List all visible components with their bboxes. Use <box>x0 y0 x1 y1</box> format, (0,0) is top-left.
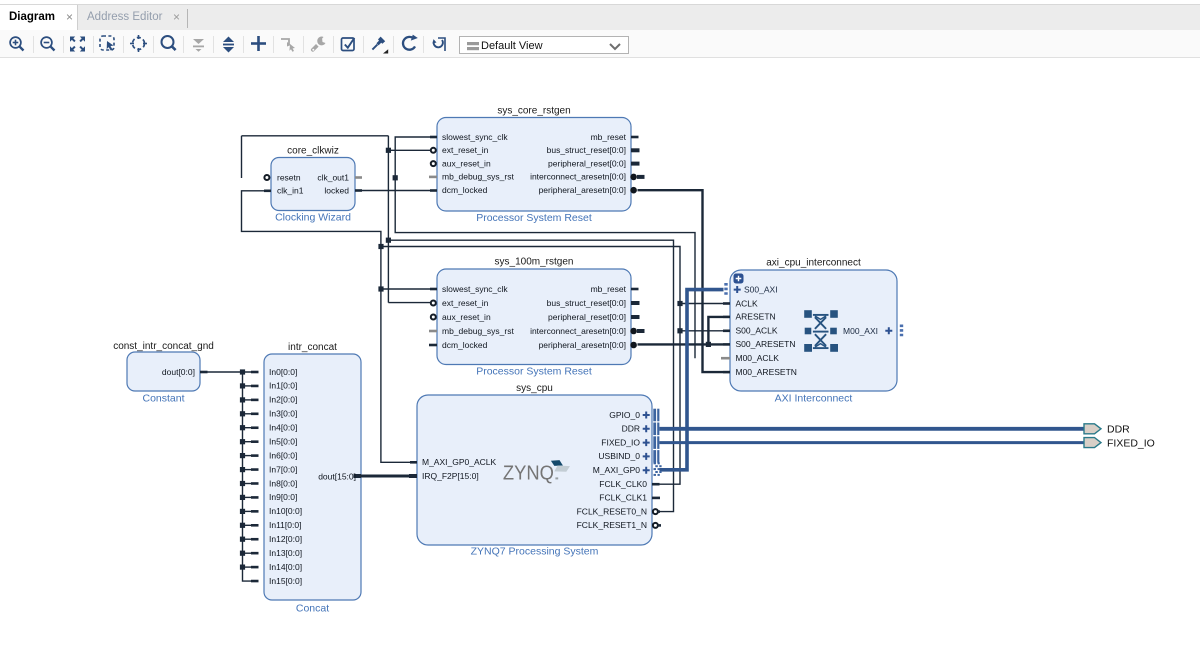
svg-text:GPIO_0: GPIO_0 <box>609 410 640 420</box>
svg-text:FIXED_IO: FIXED_IO <box>601 437 640 447</box>
svg-text:dout[15:0]: dout[15:0] <box>318 471 356 481</box>
svg-text:dcm_locked: dcm_locked <box>442 340 488 350</box>
svg-text:AXI Interconnect: AXI Interconnect <box>775 393 853 405</box>
svg-text:FIXED_IO: FIXED_IO <box>1107 437 1155 449</box>
svg-text:Constant: Constant <box>142 393 184 405</box>
svg-text:ext_reset_in: ext_reset_in <box>442 298 489 308</box>
svg-text:aux_reset_in: aux_reset_in <box>442 312 491 322</box>
svg-text:S00_ARESETN: S00_ARESETN <box>736 339 796 349</box>
svg-text:S00_AXI: S00_AXI <box>744 285 778 295</box>
svg-text:bus_struct_reset[0:0]: bus_struct_reset[0:0] <box>547 145 626 155</box>
svg-text:mb_reset: mb_reset <box>591 132 627 142</box>
svg-text:clk_out1: clk_out1 <box>317 172 349 182</box>
svg-text:const_intr_concat_gnd: const_intr_concat_gnd <box>113 341 214 352</box>
svg-text:ARESETN: ARESETN <box>736 312 776 322</box>
svg-text:FCLK_RESET0_N: FCLK_RESET0_N <box>577 506 647 516</box>
svg-text:core_clkwiz: core_clkwiz <box>287 146 339 157</box>
svg-text:DDR: DDR <box>622 424 640 434</box>
svg-text:M00_ARESETN: M00_ARESETN <box>736 367 797 377</box>
svg-text:In0[0:0]: In0[0:0] <box>269 367 297 377</box>
svg-text:In15[0:0]: In15[0:0] <box>269 576 302 586</box>
svg-text:DDR: DDR <box>1107 424 1130 436</box>
svg-text:In5[0:0]: In5[0:0] <box>269 436 297 446</box>
svg-text:In11[0:0]: In11[0:0] <box>269 520 301 530</box>
svg-text:In1[0:0]: In1[0:0] <box>269 381 297 391</box>
svg-text:slowest_sync_clk: slowest_sync_clk <box>442 284 508 294</box>
svg-text:Processor System Reset: Processor System Reset <box>476 212 592 224</box>
svg-text:peripheral_aresetn[0:0]: peripheral_aresetn[0:0] <box>539 340 626 350</box>
svg-text:S00_ACLK: S00_ACLK <box>736 326 778 336</box>
svg-text:mb_debug_sys_rst: mb_debug_sys_rst <box>442 326 514 336</box>
svg-text:ext_reset_in: ext_reset_in <box>442 145 489 155</box>
svg-text:Clocking Wizard: Clocking Wizard <box>275 212 351 224</box>
svg-text:FCLK_CLK0: FCLK_CLK0 <box>599 479 647 489</box>
svg-text:Processor System Reset: Processor System Reset <box>476 366 592 378</box>
svg-text:M00_AXI: M00_AXI <box>843 326 878 336</box>
svg-text:axi_cpu_interconnect: axi_cpu_interconnect <box>766 258 861 269</box>
svg-text:dout[0:0]: dout[0:0] <box>162 367 195 377</box>
svg-text:In14[0:0]: In14[0:0] <box>269 562 302 572</box>
svg-text:locked: locked <box>324 186 349 196</box>
svg-text:dcm_locked: dcm_locked <box>442 185 488 195</box>
svg-text:interconnect_aresetn[0:0]: interconnect_aresetn[0:0] <box>530 172 626 182</box>
svg-text:In3[0:0]: In3[0:0] <box>269 409 297 419</box>
svg-text:Concat: Concat <box>296 603 329 615</box>
svg-text:mb_reset: mb_reset <box>591 284 627 294</box>
svg-text:FCLK_CLK1: FCLK_CLK1 <box>599 493 647 503</box>
svg-text:aux_reset_in: aux_reset_in <box>442 158 491 168</box>
svg-text:M_AXI_GP0: M_AXI_GP0 <box>593 465 641 475</box>
svg-text:interconnect_aresetn[0:0]: interconnect_aresetn[0:0] <box>530 326 626 336</box>
svg-text:In7[0:0]: In7[0:0] <box>269 464 297 474</box>
svg-text:FCLK_RESET1_N: FCLK_RESET1_N <box>577 520 647 530</box>
svg-text:In2[0:0]: In2[0:0] <box>269 395 297 405</box>
svg-text:In6[0:0]: In6[0:0] <box>269 450 297 460</box>
svg-text:In13[0:0]: In13[0:0] <box>269 548 302 558</box>
svg-text:ZYNQ7 Processing System: ZYNQ7 Processing System <box>471 546 599 558</box>
svg-text:bus_struct_reset[0:0]: bus_struct_reset[0:0] <box>547 298 626 308</box>
svg-text:resetn: resetn <box>277 172 301 182</box>
svg-text:In8[0:0]: In8[0:0] <box>269 478 297 488</box>
svg-text:slowest_sync_clk: slowest_sync_clk <box>442 132 508 142</box>
svg-text:M00_ACLK: M00_ACLK <box>736 353 780 363</box>
svg-text:peripheral_reset[0:0]: peripheral_reset[0:0] <box>548 312 626 322</box>
svg-text:ZYNQ: ZYNQ <box>503 462 554 484</box>
svg-text:IRQ_F2P[15:0]: IRQ_F2P[15:0] <box>422 471 479 481</box>
svg-text:intr_concat: intr_concat <box>288 342 337 353</box>
svg-text:ACLK: ACLK <box>736 298 759 308</box>
svg-text:mb_debug_sys_rst: mb_debug_sys_rst <box>442 172 514 182</box>
svg-text:peripheral_aresetn[0:0]: peripheral_aresetn[0:0] <box>539 185 626 195</box>
svg-text:sys_core_rstgen: sys_core_rstgen <box>497 106 570 117</box>
svg-text:In4[0:0]: In4[0:0] <box>269 423 297 433</box>
svg-text:peripheral_reset[0:0]: peripheral_reset[0:0] <box>548 158 626 168</box>
svg-text:sys_cpu: sys_cpu <box>516 383 553 394</box>
svg-text:sys_100m_rstgen: sys_100m_rstgen <box>495 257 574 268</box>
svg-text:In10[0:0]: In10[0:0] <box>269 506 302 516</box>
svg-text:USBIND_0: USBIND_0 <box>598 451 640 461</box>
svg-text:In9[0:0]: In9[0:0] <box>269 492 297 502</box>
svg-text:M_AXI_GP0_ACLK: M_AXI_GP0_ACLK <box>422 457 497 467</box>
svg-text:clk_in1: clk_in1 <box>277 186 304 196</box>
svg-text:In12[0:0]: In12[0:0] <box>269 534 302 544</box>
